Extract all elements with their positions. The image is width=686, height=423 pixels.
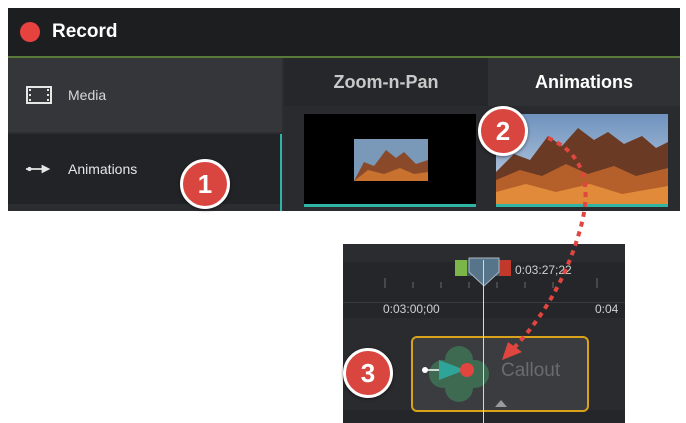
film-icon [26, 85, 52, 105]
ruler-tick-label: 0:04 [595, 302, 619, 316]
clip-expand-icon[interactable] [491, 398, 511, 408]
playhead-handle[interactable] [468, 257, 500, 287]
animation-arrow-icon[interactable] [419, 358, 489, 382]
tools-sidebar: Media Animations [8, 58, 282, 211]
arrow-icon [26, 159, 52, 179]
ruler-tick-label: 0:03:00;00 [383, 302, 440, 316]
tab-animations[interactable]: Animations [488, 58, 680, 106]
clip-label: Callout [501, 360, 561, 381]
sidebar-item-media[interactable]: Media [8, 58, 282, 132]
sidebar-item-label: Animations [68, 161, 138, 177]
playhead-line [483, 260, 484, 423]
sidebar-item-animations[interactable]: Animations [8, 134, 282, 204]
sidebar-item-label: Media [68, 87, 107, 103]
step-badge-2: 2 [478, 106, 528, 156]
thumbnail-zoom-preset[interactable] [304, 114, 476, 207]
step-badge-1: 1 [180, 159, 230, 209]
record-bar: Record [8, 8, 680, 58]
ruler-divider [343, 302, 625, 303]
camtasia-window: Record Media Animations Zoom-n-Pan Anima… [8, 8, 680, 211]
mountain-thumbnail-small [304, 114, 476, 204]
in-point-handle[interactable] [455, 260, 467, 276]
tab-zoom-n-pan[interactable]: Zoom-n-Pan [284, 58, 488, 106]
playhead-time: 0:03:27;22 [515, 263, 572, 277]
tab-strip: Zoom-n-Pan Animations [284, 58, 680, 106]
record-button[interactable]: Record [52, 21, 117, 43]
timeline-panel: 0:03:27;22 0:03:00;00 0:04 Callout [343, 244, 625, 423]
active-indicator [280, 134, 282, 211]
out-point-handle[interactable] [499, 260, 511, 276]
step-badge-3: 3 [343, 348, 393, 398]
record-dot-icon[interactable] [20, 22, 40, 42]
